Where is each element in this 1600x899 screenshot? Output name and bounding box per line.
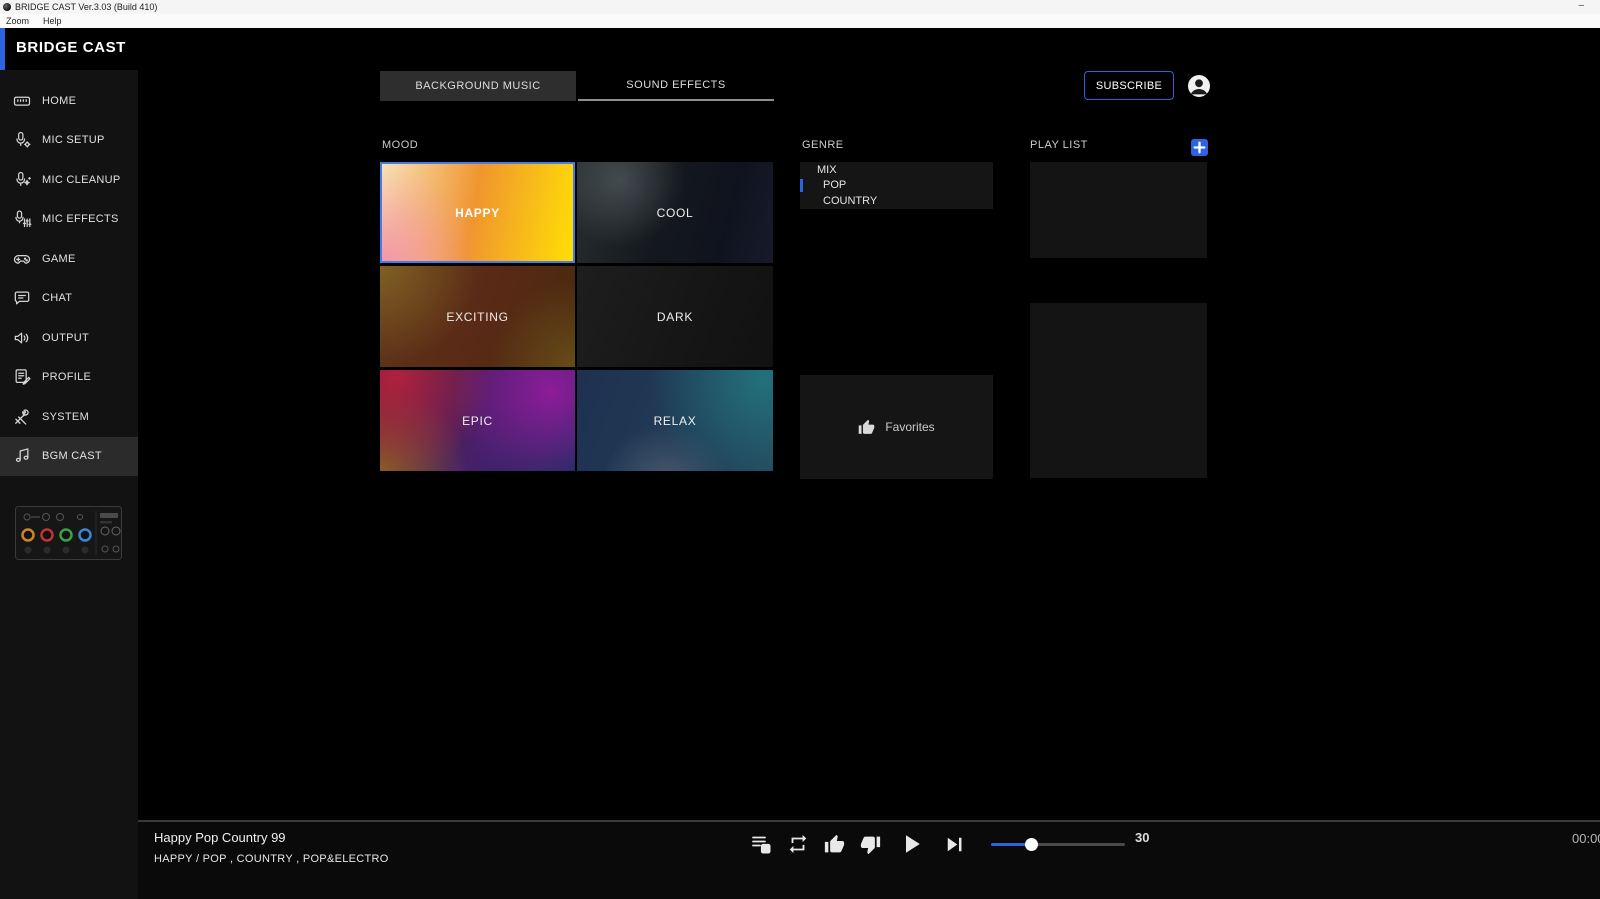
- mood-tile-cool[interactable]: COOL: [577, 162, 773, 263]
- genre-item-label: POP: [823, 179, 847, 192]
- repeat-icon: [789, 834, 807, 854]
- genre-item-pop[interactable]: POP: [800, 178, 993, 194]
- sidebar-item-label: PROFILE: [42, 371, 92, 384]
- genre-section-label: GENRE: [802, 139, 844, 151]
- sidebar-item-bgm-cast[interactable]: BGM CAST: [0, 436, 138, 476]
- sidebar-item-label: GAME: [42, 252, 76, 265]
- chat-bubble-icon: [12, 288, 32, 308]
- home-icon: [12, 91, 32, 111]
- menu-bar: Zoom Help: [0, 14, 1600, 28]
- tab-sound-effects[interactable]: SOUND EFFECTS: [578, 71, 774, 101]
- tab-background-music[interactable]: BACKGROUND MUSIC: [380, 71, 576, 101]
- mood-tile-exciting[interactable]: EXCITING: [380, 266, 575, 367]
- sidebar-item-profile[interactable]: PROFILE: [0, 358, 138, 398]
- account-icon[interactable]: [1187, 74, 1211, 98]
- sidebar-item-mic-cleanup[interactable]: MIC CLEANUP: [0, 160, 138, 200]
- genre-item-label: COUNTRY: [823, 194, 878, 207]
- sidebar-item-output[interactable]: OUTPUT: [0, 318, 138, 358]
- sidebar-item-chat[interactable]: CHAT: [0, 279, 138, 319]
- header-accent-bar: [0, 28, 5, 70]
- playlist-add-icon: [752, 836, 771, 854]
- content-tabs: BACKGROUND MUSIC SOUND EFFECTS: [380, 71, 774, 101]
- player-controls: [750, 828, 968, 860]
- volume-slider-thumb[interactable]: [1025, 838, 1039, 851]
- menu-help[interactable]: Help: [43, 16, 62, 26]
- mood-tile-happy[interactable]: HAPPY: [380, 162, 575, 263]
- mic-cleanup-icon: [12, 170, 32, 190]
- sidebar-item-mic-setup[interactable]: MIC SETUP: [0, 121, 138, 161]
- playlist-panel-2[interactable]: [1030, 303, 1207, 478]
- favorites-label: Favorites: [885, 420, 935, 434]
- sidebar-item-label: BGM CAST: [42, 450, 102, 463]
- speaker-icon: [12, 328, 32, 348]
- thumbs-up-button[interactable]: [824, 834, 845, 855]
- genre-item-mix[interactable]: MIX: [800, 162, 993, 178]
- thumb-up-icon: [824, 834, 845, 852]
- track-title: Happy Pop Country 99: [154, 830, 286, 845]
- playlist-panel-1[interactable]: [1030, 162, 1207, 258]
- sidebar-item-label: MIC CLEANUP: [42, 173, 121, 186]
- elapsed-time: 00:00: [1572, 831, 1600, 846]
- mic-effects-icon: [12, 209, 32, 229]
- sidebar-item-label: CHAT: [42, 292, 73, 305]
- genre-list: MIX POP COUNTRY: [800, 162, 993, 209]
- playlist-add-button[interactable]: [750, 833, 772, 855]
- mood-section-label: MOOD: [382, 139, 419, 151]
- genre-item-label: MIX: [817, 163, 837, 176]
- gamepad-icon: [12, 249, 32, 269]
- menu-zoom[interactable]: Zoom: [6, 16, 29, 26]
- sidebar-item-label: OUTPUT: [42, 331, 90, 344]
- subscribe-button[interactable]: SUBSCRIBE: [1084, 71, 1174, 100]
- app-header: BRIDGE CAST: [0, 28, 1600, 70]
- system-tools-icon: [12, 407, 32, 427]
- volume-value: 30: [1135, 830, 1150, 845]
- sidebar-item-game[interactable]: GAME: [0, 239, 138, 279]
- play-icon: [906, 835, 920, 853]
- sidebar-item-system[interactable]: SYSTEM: [0, 397, 138, 437]
- sidebar-item-label: HOME: [42, 94, 77, 107]
- app-icon: [3, 3, 11, 11]
- sidebar-item-home[interactable]: HOME: [0, 81, 138, 121]
- volume-slider[interactable]: [991, 837, 1125, 851]
- repeat-button[interactable]: [787, 833, 809, 855]
- music-note-icon: [12, 446, 32, 466]
- genre-item-country[interactable]: COUNTRY: [800, 193, 993, 209]
- mic-setup-icon: [12, 130, 32, 150]
- mood-tile-dark[interactable]: DARK: [577, 266, 773, 367]
- mood-grid: HAPPY COOL EXCITING DARK EPIC RELAX: [380, 162, 774, 471]
- sidebar-item-label: SYSTEM: [42, 410, 90, 423]
- thumb-down-icon: [860, 836, 881, 854]
- sidebar: HOME MIC SETUP MIC CLEANUP MIC EFFECTS G…: [0, 70, 138, 899]
- favorites-button[interactable]: Favorites: [800, 375, 993, 479]
- plus-icon: [1193, 141, 1206, 154]
- profile-document-icon: [12, 367, 32, 387]
- thumb-up-icon: [859, 419, 875, 434]
- mood-tile-epic[interactable]: EPIC: [380, 370, 575, 471]
- genre-selected-bar: [800, 178, 803, 193]
- sidebar-item-label: MIC EFFECTS: [42, 213, 119, 226]
- minimize-button[interactable]: –: [1578, 0, 1584, 12]
- sidebar-item-mic-effects[interactable]: MIC EFFECTS: [0, 200, 138, 240]
- track-tags: HAPPY / POP , COUNTRY , POP&ELECTRO: [154, 853, 389, 865]
- skip-next-icon: [947, 837, 962, 851]
- sidebar-item-label: MIC SETUP: [42, 134, 105, 147]
- skip-next-button[interactable]: [941, 831, 968, 858]
- thumbs-down-button[interactable]: [860, 834, 881, 855]
- player-bar: Happy Pop Country 99 HAPPY / POP , COUNT…: [138, 820, 1600, 899]
- window-titlebar: BRIDGE CAST Ver.3.03 (Build 410) –: [0, 0, 1600, 14]
- app-logo: BRIDGE CAST: [16, 39, 126, 56]
- play-button[interactable]: [896, 829, 926, 859]
- playlist-section-label: PLAY LIST: [1030, 139, 1088, 151]
- window-title: BRIDGE CAST Ver.3.03 (Build 410): [15, 2, 158, 12]
- bridge-cast-device-image: [14, 505, 123, 561]
- add-playlist-button[interactable]: [1191, 139, 1208, 156]
- mood-tile-relax[interactable]: RELAX: [577, 370, 773, 471]
